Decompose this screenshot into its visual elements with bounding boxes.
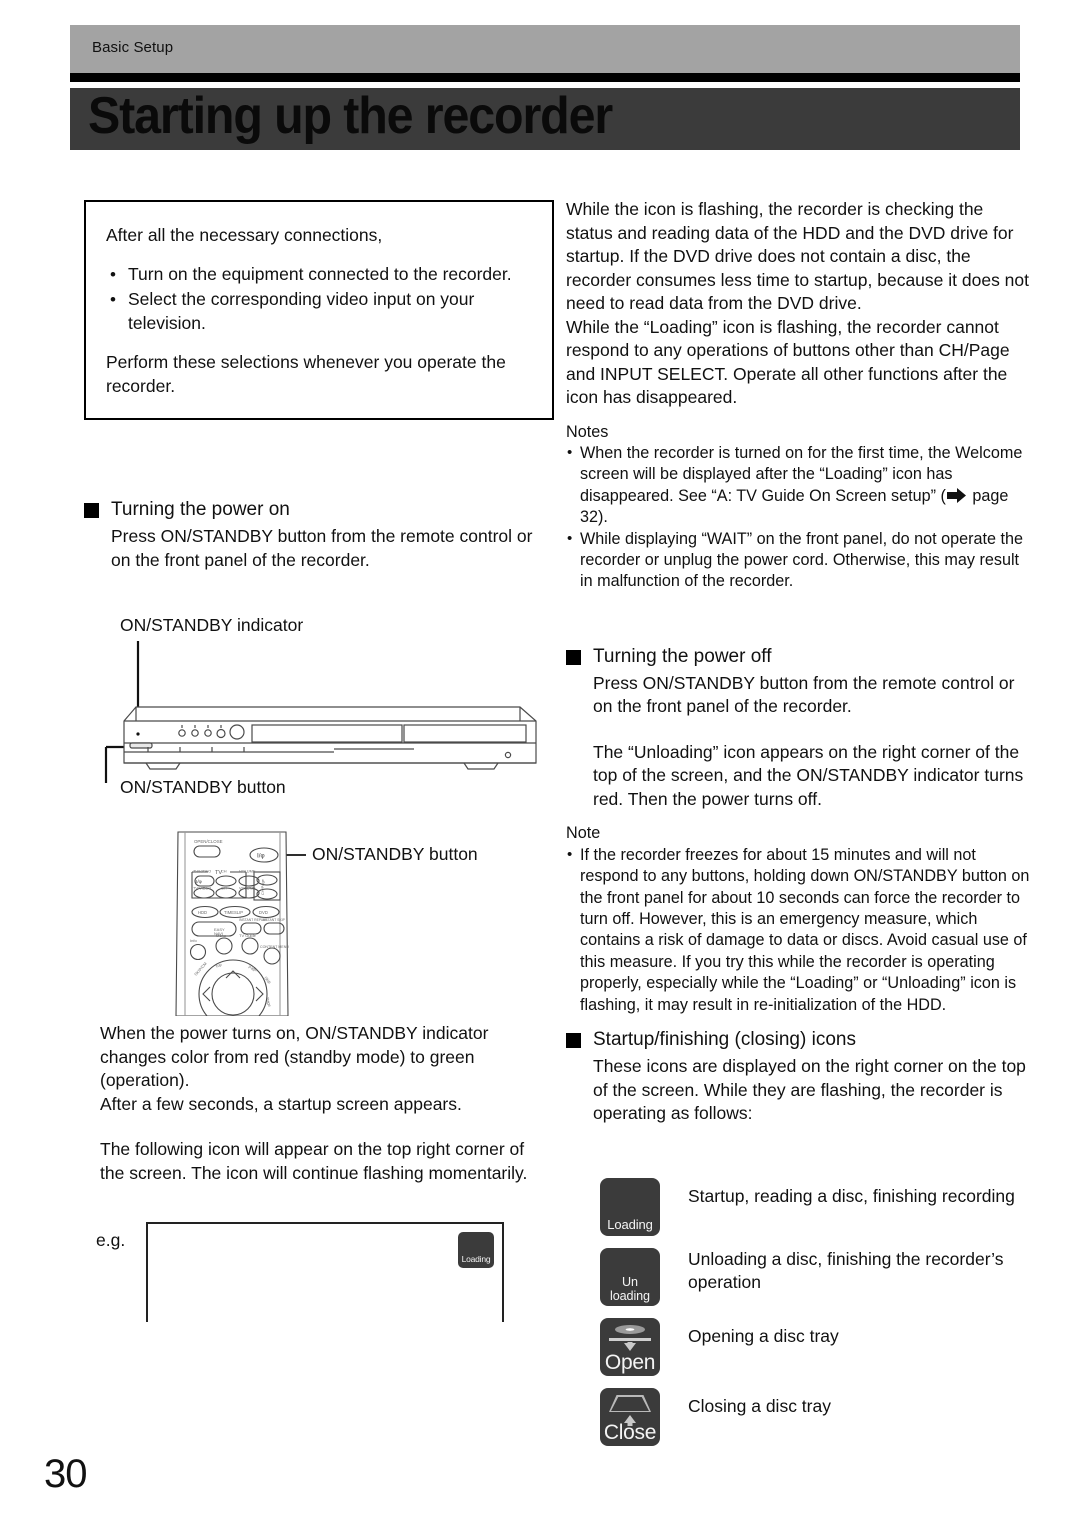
flashing-paragraph-1: While the icon is flashing, the recorder…	[566, 199, 1030, 313]
flashing-paragraph-2: While the “Loading” icon is flashing, th…	[566, 316, 1010, 408]
close-tile-label: Close	[603, 1421, 657, 1444]
intro-tail: Perform these selections whenever you op…	[106, 352, 506, 396]
list-item: Turn on the equipment connected to the r…	[106, 263, 532, 287]
tv-screen-outline: Loading	[146, 1222, 504, 1322]
page-title: Starting up the recorder	[88, 87, 613, 145]
svg-text:TV/VIDEO: TV/VIDEO	[193, 869, 211, 874]
unloading-tile-label: Un loading	[600, 1275, 660, 1303]
example-screen-figure: e.g. Loading	[96, 1212, 526, 1322]
legend-row-unloading: Un loading Unloading a disc, finishing t…	[600, 1248, 1040, 1306]
svg-text:VOLUME: VOLUME	[239, 885, 256, 890]
legend-row-loading: Loading Startup, reading a disc, finishi…	[600, 1178, 1040, 1236]
legend-row-close: Close Closing a disc tray	[600, 1388, 1040, 1446]
loading-tile-label: Loading	[607, 1217, 653, 1232]
svg-text:TV Guide: TV Guide	[239, 933, 257, 938]
power-off-body: Press ON/STANDBY button from the remote …	[566, 672, 1034, 812]
legend-description: Closing a disc tray	[688, 1396, 831, 1416]
notes-list: When the recorder is turned on for the f…	[566, 442, 1034, 593]
svg-text:HDD: HDD	[198, 910, 207, 915]
front-panel-figure: ON/STANDBY indicator ON/STANDBY button	[84, 615, 554, 805]
legend-description: Opening a disc tray	[688, 1326, 839, 1346]
unloading-tile-icon: Un loading	[600, 1248, 660, 1306]
header-band: Basic Setup	[70, 25, 1020, 73]
breadcrumb: Basic Setup	[92, 39, 174, 56]
close-tray-tile-icon: Close	[600, 1388, 660, 1446]
note-list: If the recorder freezes for about 15 min…	[566, 844, 1034, 1016]
note-heading: Note	[566, 824, 601, 843]
remote-control-illustration: OPEN/CLOSE I/φ TV I/φ TV/VIDEO CH VOLUME…	[175, 831, 306, 1016]
intro-bullet-list: Turn on the equipment connected to the r…	[106, 263, 532, 336]
disc-icon	[615, 1325, 645, 1334]
svg-text:TIMESLIP: TIMESLIP	[224, 910, 243, 915]
left-column: After all the necessary connections, Tur…	[84, 200, 554, 572]
recorder-front-panel-illustration	[104, 641, 537, 783]
svg-text:TV/VIDEO: TV/VIDEO	[193, 885, 211, 890]
svg-text:CH/Page: CH/Page	[260, 879, 265, 895]
remote-label-open-close: OPEN/CLOSE	[194, 839, 223, 844]
left-lower-text: When the power turns on, ON/STANDBY indi…	[100, 1022, 550, 1185]
intro-box: After all the necessary connections, Tur…	[84, 200, 554, 420]
svg-text:Info: Info	[190, 938, 197, 943]
right-column: While the icon is flashing, the recorder…	[566, 198, 1034, 1126]
list-item: While displaying “WAIT” on the front pan…	[566, 528, 1034, 593]
icon-intro-text: The following icon will appear on the to…	[100, 1139, 528, 1183]
remote-control-figure: ON/STANDBY button OPEN/CLOSE I/φ TV I/φ …	[160, 826, 560, 1016]
svg-text:Menu: Menu	[216, 933, 226, 938]
unloading-tile-label-line2: loading	[610, 1288, 650, 1303]
page-reference-arrow-icon	[946, 487, 966, 503]
svg-text:VOLUME: VOLUME	[239, 869, 256, 874]
after-power-on-text: When the power turns on, ON/STANDBY indi…	[100, 1023, 489, 1114]
example-label: e.g.	[96, 1230, 126, 1250]
svg-text:DVD: DVD	[259, 910, 268, 915]
intro-lead: After all the necessary connections,	[106, 225, 383, 245]
svg-text:CH: CH	[221, 885, 227, 890]
svg-text:CONTENT MENU: CONTENT MENU	[260, 945, 289, 949]
svg-text:CH: CH	[221, 869, 227, 874]
startup-icon-legend: Loading Startup, reading a disc, finishi…	[600, 1178, 1040, 1458]
list-item: Select the corresponding video input on …	[106, 288, 532, 335]
section-heading-power-on: Turning the power on	[84, 498, 554, 522]
title-band: Starting up the recorder	[70, 87, 1020, 150]
notes-heading: Notes	[566, 422, 609, 441]
loading-tile-icon: Loading	[600, 1178, 660, 1236]
down-arrow-icon	[624, 1343, 636, 1351]
loading-icon-label: Loading	[461, 1254, 491, 1264]
power-off-body-2: The “Unloading” icon appears on the righ…	[593, 741, 1024, 809]
section-heading-startup-icons: Startup/finishing (closing) icons	[566, 1028, 1034, 1052]
list-item: If the recorder freezes for about 15 min…	[566, 844, 1034, 1016]
unloading-tile-label-line1: Un	[622, 1275, 638, 1290]
section-heading-power-off: Turning the power off	[566, 645, 1034, 669]
list-item: When the recorder is turned on for the f…	[566, 442, 1034, 529]
loading-icon-on-screen: Loading	[458, 1232, 494, 1268]
power-on-body: Press ON/STANDBY button from the remote …	[111, 526, 533, 570]
power-off-body-1: Press ON/STANDBY button from the remote …	[593, 672, 1015, 717]
tray-line-icon	[609, 1338, 651, 1341]
open-tile-label: Open	[604, 1351, 656, 1374]
page-number: 30	[44, 1452, 87, 1496]
startup-icons-body: These icons are displayed on the right c…	[593, 1056, 1026, 1124]
legend-description: Unloading a disc, finishing the recorder…	[688, 1249, 1004, 1292]
legend-row-open: Open Opening a disc tray	[600, 1318, 1040, 1376]
header-rule	[70, 73, 1020, 82]
manual-page: Basic Setup Starting up the recorder Aft…	[0, 0, 1080, 1526]
remote-label-power: I/φ	[257, 853, 265, 860]
open-tray-tile-icon: Open	[600, 1318, 660, 1376]
legend-description: Startup, reading a disc, finishing recor…	[688, 1186, 1015, 1206]
svg-text:I/φ: I/φ	[196, 879, 202, 885]
svg-text:INSTANT SKIP: INSTANT SKIP	[262, 918, 286, 922]
